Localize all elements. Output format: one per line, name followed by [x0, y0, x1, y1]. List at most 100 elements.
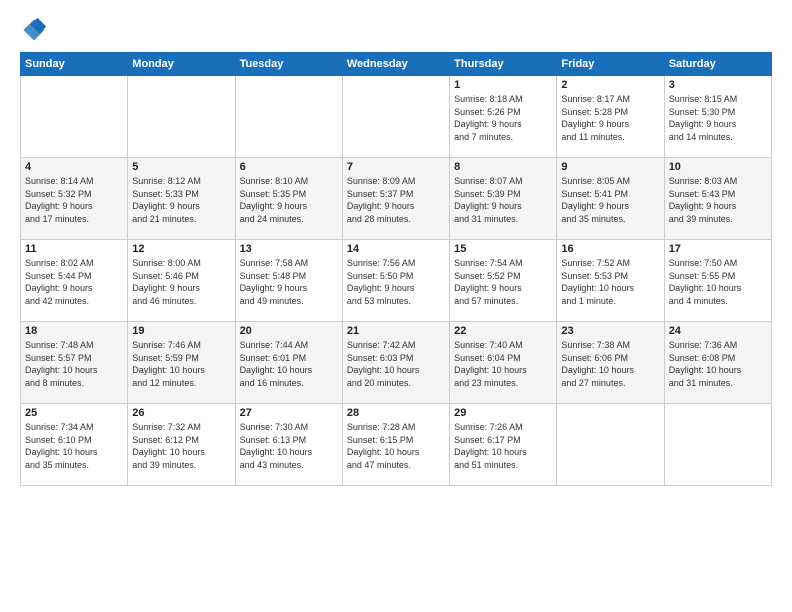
day-cell: 18 Sunrise: 7:48 AM Sunset: 5:57 PM Dayli…	[21, 322, 128, 404]
day-number: 3	[669, 79, 767, 91]
day-cell	[128, 76, 235, 158]
day-number: 23	[561, 325, 659, 337]
day-number: 25	[25, 407, 123, 419]
day-info: Sunrise: 7:50 AM Sunset: 5:55 PM Dayligh…	[669, 257, 767, 307]
header-cell-thursday: Thursday	[450, 53, 557, 76]
day-info: Sunrise: 7:48 AM Sunset: 5:57 PM Dayligh…	[25, 339, 123, 389]
day-cell: 13Sunrise: 7:58 AM Sunset: 5:48 PM Dayli…	[235, 240, 342, 322]
day-info: Sunrise: 8:15 AM Sunset: 5:30 PM Dayligh…	[669, 93, 767, 143]
day-number: 29	[454, 407, 552, 419]
day-cell: 11 Sunrise: 8:02 AM Sunset: 5:44 PM Dayli…	[21, 240, 128, 322]
day-number: 22	[454, 325, 552, 337]
day-cell: 6 Sunrise: 8:10 AM Sunset: 5:35 PM Daylig…	[235, 158, 342, 240]
day-info: Sunrise: 7:38 AM Sunset: 6:06 PM Dayligh…	[561, 339, 659, 389]
day-cell: 25 Sunrise: 7:34 AM Sunset: 6:10 PM Dayli…	[21, 404, 128, 486]
logo-icon	[20, 16, 48, 44]
day-number: 20	[240, 325, 338, 337]
week-row-3: 11 Sunrise: 8:02 AM Sunset: 5:44 PM Dayli…	[21, 240, 772, 322]
day-info: Sunrise: 8:14 AM Sunset: 5:32 PM Dayligh…	[25, 175, 123, 225]
day-cell: 21 Sunrise: 7:42 AM Sunset: 6:03 PM Dayli…	[342, 322, 449, 404]
day-number: 15	[454, 243, 552, 255]
header-cell-monday: Monday	[128, 53, 235, 76]
day-cell: 12 Sunrise: 8:00 AM Sunset: 5:46 PM Dayli…	[128, 240, 235, 322]
day-cell: 8 Sunrise: 8:07 AM Sunset: 5:39 PM Daylig…	[450, 158, 557, 240]
day-info: Sunrise: 8:07 AM Sunset: 5:39 PM Dayligh…	[454, 175, 552, 225]
calendar-table: SundayMondayTuesdayWednesdayThursdayFrid…	[20, 52, 772, 486]
logo	[20, 16, 52, 44]
day-number: 11	[25, 243, 123, 255]
day-info: Sunrise: 7:30 AM Sunset: 6:13 PM Dayligh…	[240, 421, 338, 471]
day-number: 14	[347, 243, 445, 255]
day-cell: 29 Sunrise: 7:26 AM Sunset: 6:17 PM Dayli…	[450, 404, 557, 486]
day-info: Sunrise: 7:52 AM Sunset: 5:53 PM Dayligh…	[561, 257, 659, 307]
day-number: 1	[454, 79, 552, 91]
week-row-4: 18 Sunrise: 7:48 AM Sunset: 5:57 PM Dayli…	[21, 322, 772, 404]
day-cell: 3 Sunrise: 8:15 AM Sunset: 5:30 PM Daylig…	[664, 76, 771, 158]
day-number: 12	[132, 243, 230, 255]
day-info: Sunrise: 7:34 AM Sunset: 6:10 PM Dayligh…	[25, 421, 123, 471]
day-info: Sunrise: 7:32 AM Sunset: 6:12 PM Dayligh…	[132, 421, 230, 471]
header-row: SundayMondayTuesdayWednesdayThursdayFrid…	[21, 53, 772, 76]
day-number: 8	[454, 161, 552, 173]
header-cell-friday: Friday	[557, 53, 664, 76]
day-info: Sunrise: 8:00 AM Sunset: 5:46 PM Dayligh…	[132, 257, 230, 307]
day-info: Sunrise: 8:09 AM Sunset: 5:37 PM Dayligh…	[347, 175, 445, 225]
calendar-body: 1 Sunrise: 8:18 AM Sunset: 5:26 PM Daylig…	[21, 76, 772, 486]
day-info: Sunrise: 8:02 AM Sunset: 5:44 PM Dayligh…	[25, 257, 123, 307]
day-number: 27	[240, 407, 338, 419]
day-info: Sunrise: 7:44 AM Sunset: 6:01 PM Dayligh…	[240, 339, 338, 389]
day-number: 28	[347, 407, 445, 419]
day-number: 24	[669, 325, 767, 337]
day-cell: 4 Sunrise: 8:14 AM Sunset: 5:32 PM Daylig…	[21, 158, 128, 240]
day-cell: 14 Sunrise: 7:56 AM Sunset: 5:50 PM Dayli…	[342, 240, 449, 322]
week-row-1: 1 Sunrise: 8:18 AM Sunset: 5:26 PM Daylig…	[21, 76, 772, 158]
day-number: 17	[669, 243, 767, 255]
header-cell-saturday: Saturday	[664, 53, 771, 76]
day-cell: 26 Sunrise: 7:32 AM Sunset: 6:12 PM Dayli…	[128, 404, 235, 486]
day-number: 5	[132, 161, 230, 173]
day-cell	[21, 76, 128, 158]
day-info: Sunrise: 7:26 AM Sunset: 6:17 PM Dayligh…	[454, 421, 552, 471]
day-number: 6	[240, 161, 338, 173]
day-info: Sunrise: 7:40 AM Sunset: 6:04 PM Dayligh…	[454, 339, 552, 389]
day-cell: 23 Sunrise: 7:38 AM Sunset: 6:06 PM Dayli…	[557, 322, 664, 404]
header-cell-wednesday: Wednesday	[342, 53, 449, 76]
day-info: Sunrise: 7:46 AM Sunset: 5:59 PM Dayligh…	[132, 339, 230, 389]
day-number: 26	[132, 407, 230, 419]
day-info: Sunrise: 8:17 AM Sunset: 5:28 PM Dayligh…	[561, 93, 659, 143]
day-cell: 7Sunrise: 8:09 AM Sunset: 5:37 PM Daylig…	[342, 158, 449, 240]
day-cell: 1 Sunrise: 8:18 AM Sunset: 5:26 PM Daylig…	[450, 76, 557, 158]
header-cell-tuesday: Tuesday	[235, 53, 342, 76]
day-info: Sunrise: 8:12 AM Sunset: 5:33 PM Dayligh…	[132, 175, 230, 225]
day-cell: 24Sunrise: 7:36 AM Sunset: 6:08 PM Dayli…	[664, 322, 771, 404]
day-info: Sunrise: 7:28 AM Sunset: 6:15 PM Dayligh…	[347, 421, 445, 471]
header	[20, 16, 772, 44]
day-info: Sunrise: 8:10 AM Sunset: 5:35 PM Dayligh…	[240, 175, 338, 225]
day-number: 21	[347, 325, 445, 337]
day-cell: 15 Sunrise: 7:54 AM Sunset: 5:52 PM Dayli…	[450, 240, 557, 322]
day-number: 9	[561, 161, 659, 173]
day-cell	[557, 404, 664, 486]
day-number: 19	[132, 325, 230, 337]
header-cell-sunday: Sunday	[21, 53, 128, 76]
day-number: 10	[669, 161, 767, 173]
day-info: Sunrise: 8:18 AM Sunset: 5:26 PM Dayligh…	[454, 93, 552, 143]
day-number: 2	[561, 79, 659, 91]
week-row-2: 4 Sunrise: 8:14 AM Sunset: 5:32 PM Daylig…	[21, 158, 772, 240]
day-info: Sunrise: 7:56 AM Sunset: 5:50 PM Dayligh…	[347, 257, 445, 307]
day-cell	[342, 76, 449, 158]
day-cell: 19 Sunrise: 7:46 AM Sunset: 5:59 PM Dayli…	[128, 322, 235, 404]
day-cell: 27 Sunrise: 7:30 AM Sunset: 6:13 PM Dayli…	[235, 404, 342, 486]
day-cell	[235, 76, 342, 158]
day-cell: 17 Sunrise: 7:50 AM Sunset: 5:55 PM Dayli…	[664, 240, 771, 322]
day-info: Sunrise: 8:03 AM Sunset: 5:43 PM Dayligh…	[669, 175, 767, 225]
day-info: Sunrise: 7:58 AM Sunset: 5:48 PM Dayligh…	[240, 257, 338, 307]
day-cell: 20 Sunrise: 7:44 AM Sunset: 6:01 PM Dayli…	[235, 322, 342, 404]
day-cell	[664, 404, 771, 486]
day-info: Sunrise: 7:54 AM Sunset: 5:52 PM Dayligh…	[454, 257, 552, 307]
day-info: Sunrise: 7:42 AM Sunset: 6:03 PM Dayligh…	[347, 339, 445, 389]
day-number: 4	[25, 161, 123, 173]
week-row-5: 25 Sunrise: 7:34 AM Sunset: 6:10 PM Dayli…	[21, 404, 772, 486]
day-number: 18	[25, 325, 123, 337]
day-cell: 5 Sunrise: 8:12 AM Sunset: 5:33 PM Daylig…	[128, 158, 235, 240]
